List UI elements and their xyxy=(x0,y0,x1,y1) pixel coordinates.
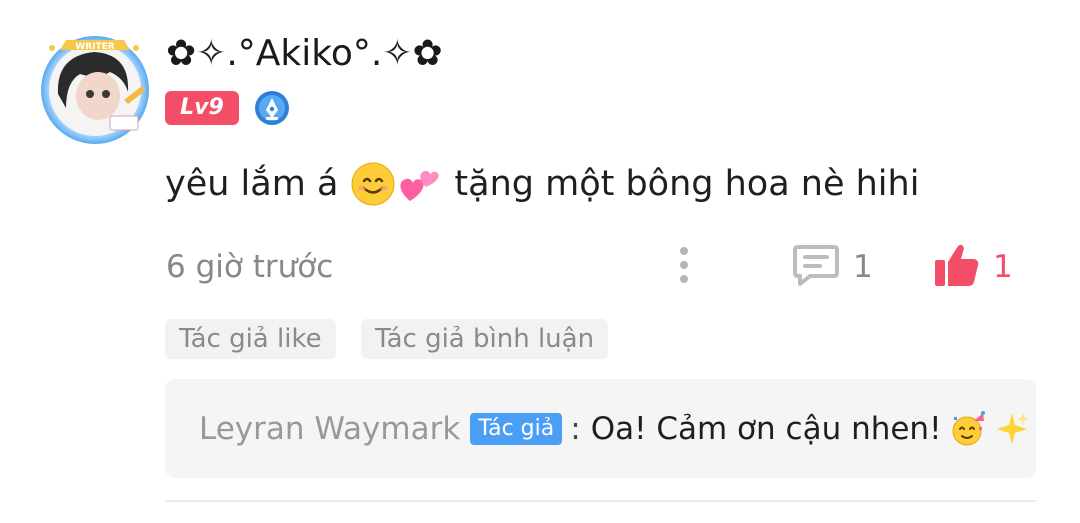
reply-separator: : xyxy=(570,411,581,447)
comment-text-part: yêu lắm á xyxy=(165,164,339,204)
reply-count: 1 xyxy=(853,249,873,285)
comment-text: yêu lắm á tặng một bông hoa nè hihi xyxy=(165,160,919,208)
sparkles-emoji-icon xyxy=(994,411,1030,447)
reply-content: Oa! Cảm ơn cậu nhen! xyxy=(590,411,942,447)
author-liked-tag: Tác giả like xyxy=(165,319,336,359)
writer-badge-icon xyxy=(254,90,290,126)
partying-face-emoji-icon xyxy=(950,411,986,447)
reply-comment-icon[interactable] xyxy=(792,243,840,287)
reply-preview[interactable]: Leyran Waymark Tác giả : Oa! Cảm ơn cậu … xyxy=(165,379,1036,478)
divider xyxy=(165,500,1036,502)
reply-line: Leyran Waymark Tác giả : Oa! Cảm ơn cậu … xyxy=(199,407,1030,451)
more-options-icon[interactable] xyxy=(670,243,698,289)
avatar[interactable]: WRITER xyxy=(36,28,154,146)
author-tag-badge: Tác giả xyxy=(470,413,563,445)
thumbs-up-icon[interactable] xyxy=(932,242,980,288)
like-count: 1 xyxy=(993,249,1013,285)
two-hearts-emoji-icon xyxy=(396,161,442,207)
username[interactable]: ✿✧.°Akiko°.✧✿ xyxy=(166,32,443,76)
reply-author[interactable]: Leyran Waymark xyxy=(199,407,460,451)
timestamp: 6 giờ trước xyxy=(166,249,334,285)
author-replied-tag: Tác giả bình luận xyxy=(361,319,609,359)
level-badge: Lv9 xyxy=(165,91,239,125)
svg-text:WRITER: WRITER xyxy=(75,42,114,52)
comment-text-part: tặng một bông hoa nè hihi xyxy=(454,164,920,204)
smiling-face-emoji-icon xyxy=(350,161,396,207)
